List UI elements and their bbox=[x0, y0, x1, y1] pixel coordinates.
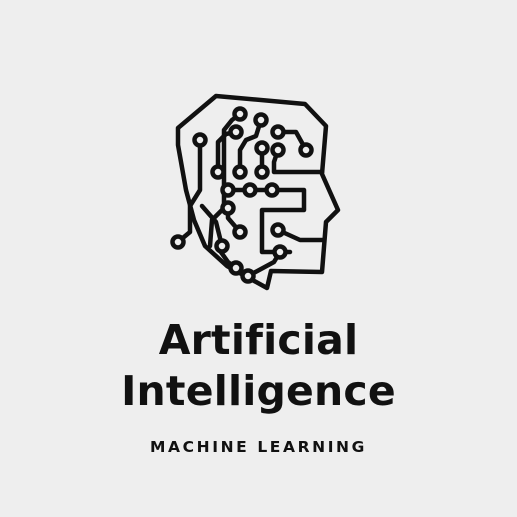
logo: Artificial Intelligence MACHINE LEARNING bbox=[0, 0, 517, 517]
title-line-2: Intelligence bbox=[121, 367, 396, 415]
circuit-node bbox=[220, 200, 236, 216]
circuit-trace bbox=[259, 187, 307, 255]
circuit-node bbox=[220, 182, 236, 198]
circuit-node bbox=[298, 142, 314, 158]
circuit-node bbox=[210, 164, 226, 180]
circuit-node bbox=[232, 224, 248, 240]
circuit-node bbox=[232, 164, 248, 180]
title-line-1: Artificial bbox=[158, 316, 359, 364]
circuit-node bbox=[192, 132, 208, 148]
circuit-node bbox=[264, 182, 280, 198]
circuit-node bbox=[270, 124, 286, 140]
circuit-node bbox=[242, 182, 258, 198]
circuit-node bbox=[270, 142, 286, 158]
circuit-node bbox=[232, 106, 248, 122]
subtitle: MACHINE LEARNING bbox=[150, 438, 367, 456]
circuit-node bbox=[240, 268, 256, 284]
circuit-node bbox=[214, 238, 230, 254]
circuit-node bbox=[272, 244, 288, 260]
circuit-node bbox=[253, 112, 269, 128]
circuit-node bbox=[170, 234, 186, 250]
circuit-node bbox=[254, 164, 270, 180]
circuit-node bbox=[228, 260, 244, 276]
circuit-node bbox=[254, 140, 270, 156]
circuit-node bbox=[270, 222, 286, 238]
circuit-node bbox=[228, 124, 244, 140]
